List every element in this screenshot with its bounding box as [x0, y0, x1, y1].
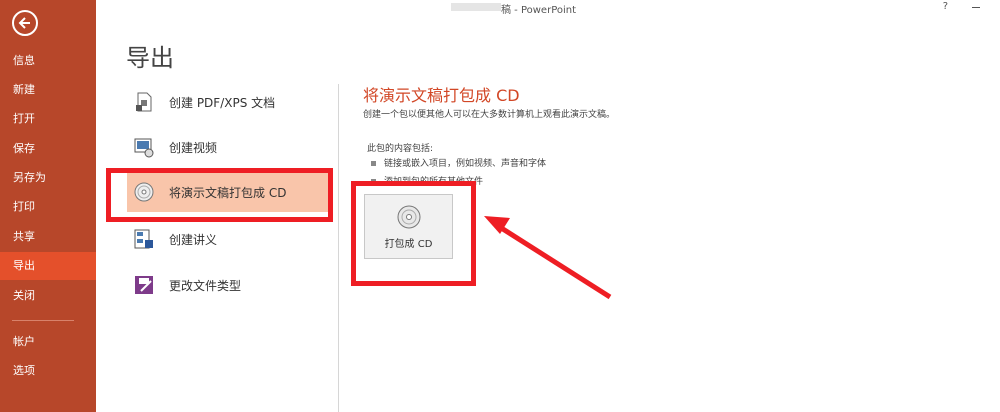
sidebar-divider	[12, 320, 74, 321]
bullet-icon	[371, 161, 376, 166]
panel-title: 将演示文稿打包成 CD	[363, 86, 520, 105]
handout-icon	[134, 229, 153, 249]
panel-description: 创建一个包以便其他人可以在大多数计算机上观看此演示文稿。	[363, 110, 616, 120]
export-option-label: 创建 PDF/XPS 文档	[169, 96, 276, 110]
minimize-button[interactable]	[972, 7, 980, 8]
annotation-arrow-icon	[484, 216, 612, 300]
title-bar: 稿 - PowerPoint ?	[96, 0, 1000, 16]
highlight-box-button	[351, 181, 476, 286]
backstage-sidebar: 信息 新建 打开 保存 另存为 打印 共享 导出 关闭 帐户 选项	[0, 0, 96, 412]
export-option-label: 创建视频	[169, 141, 218, 155]
highlight-box-menu	[106, 168, 333, 222]
export-option-change-file-type[interactable]: 更改文件类型	[127, 265, 331, 305]
export-option-pdf[interactable]: 创建 PDF/XPS 文档	[127, 82, 331, 122]
sidebar-item-share[interactable]: 共享	[0, 223, 96, 251]
includes-label: 此包的内容包括:	[367, 144, 434, 154]
bullet-text: 链接或嵌入项目，例如视频、声音和字体	[384, 159, 547, 169]
video-icon	[134, 138, 154, 158]
export-option-video[interactable]: 创建视频	[127, 127, 331, 167]
export-option-handout[interactable]: 创建讲义	[127, 219, 331, 259]
help-button[interactable]: ?	[943, 1, 948, 12]
export-option-label: 更改文件类型	[169, 279, 242, 293]
sidebar-item-open[interactable]: 打开	[0, 105, 96, 133]
pdf-document-icon	[136, 92, 152, 112]
blurred-filename	[451, 3, 501, 11]
sidebar-item-save[interactable]: 保存	[0, 135, 96, 163]
sidebar-item-options[interactable]: 选项	[0, 357, 96, 385]
sidebar-item-new[interactable]: 新建	[0, 76, 96, 104]
sidebar-item-account[interactable]: 帐户	[0, 328, 96, 356]
back-button[interactable]	[12, 10, 38, 36]
window-title: 稿 - PowerPoint	[501, 5, 577, 16]
file-type-icon	[135, 276, 153, 294]
sidebar-item-save-as[interactable]: 另存为	[0, 164, 96, 192]
sidebar-item-close[interactable]: 关闭	[0, 282, 96, 310]
sidebar-item-export[interactable]: 导出	[0, 252, 96, 280]
back-arrow-icon	[18, 17, 30, 29]
sidebar-item-print[interactable]: 打印	[0, 193, 96, 221]
page-title: 导出	[126, 44, 174, 72]
export-option-label: 创建讲义	[169, 233, 218, 247]
panel-divider	[338, 84, 339, 412]
sidebar-item-info[interactable]: 信息	[0, 47, 96, 75]
list-item: 链接或嵌入项目，例如视频、声音和字体	[371, 156, 546, 169]
